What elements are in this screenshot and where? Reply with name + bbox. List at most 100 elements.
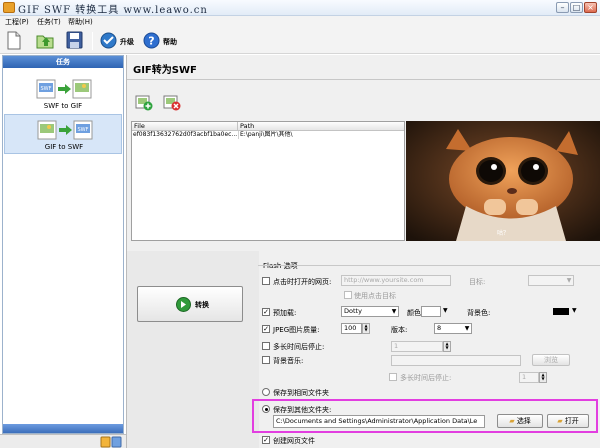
stop-after-checkbox[interactable] xyxy=(262,342,270,350)
svg-text:?: ? xyxy=(148,35,154,48)
toolbar-separator xyxy=(92,32,93,50)
chevron-down-icon[interactable]: ▼ xyxy=(572,307,577,314)
remove-file-button[interactable] xyxy=(163,93,181,111)
sidebar-header: 任务 xyxy=(3,56,123,68)
chevron-down-icon: ▼ xyxy=(464,325,470,332)
bg-music-checkbox[interactable] xyxy=(262,356,270,364)
menu-help[interactable]: 帮助(H) xyxy=(68,17,93,27)
menu-project[interactable]: 工程(P) xyxy=(5,17,29,27)
open-icon xyxy=(36,35,54,49)
convert-button[interactable]: 转换 xyxy=(137,286,243,322)
window-title: GIF SWF 转换工具 www.leawo.cn xyxy=(18,5,208,16)
open-page-label: 点击时打开的网页: xyxy=(273,278,332,286)
version-value: 8 xyxy=(437,324,442,332)
preloader-select[interactable]: Dotty ▼ xyxy=(341,306,399,317)
chevron-down-icon: ▼ xyxy=(566,277,572,284)
menu-task[interactable]: 任务(T) xyxy=(37,17,61,27)
column-header-file[interactable]: File xyxy=(132,122,238,131)
task-label: GIF to SWF xyxy=(44,143,84,151)
toolbar: 升级 ? 帮助 xyxy=(0,28,600,54)
swf-to-gif-icon: SWF xyxy=(36,79,92,99)
gif-preview: 咕？ xyxy=(406,121,600,241)
help-button[interactable]: ? 帮助 xyxy=(143,31,183,51)
cell-path: E:\panji\图片\其他\ xyxy=(238,131,404,139)
cell-file: ef083f13632762d0f3acbf1ba0ec... xyxy=(133,131,238,138)
add-file-icon xyxy=(135,95,153,111)
main-panel: GIF转为SWF File Path ef083f13632762d0f3acb… xyxy=(126,55,600,448)
music-stop-after-label: 多长时间后停止: xyxy=(400,374,452,382)
create-webpage-checkbox[interactable]: ✓ xyxy=(262,436,270,444)
chevron-down-icon[interactable]: ▼ xyxy=(443,307,448,314)
jpeg-quality-checkbox[interactable]: ✓ xyxy=(262,325,270,333)
stop-after-label: 多长时间后停止: xyxy=(273,343,325,351)
bg-music-label: 背景音乐: xyxy=(273,357,304,365)
page-title: GIF转为SWF xyxy=(133,65,197,76)
upgrade-button[interactable]: 升级 xyxy=(100,31,140,51)
status-strip xyxy=(0,434,126,448)
remove-file-icon xyxy=(163,95,181,111)
help-label: 帮助 xyxy=(163,38,177,46)
save-icon xyxy=(66,31,83,49)
convert-icon xyxy=(176,297,191,312)
menu-bar: 工程(P) 任务(T) 帮助(H) xyxy=(0,16,600,28)
preloader-checkbox[interactable]: ✓ xyxy=(262,308,270,316)
table-row[interactable]: ef083f13632762d0f3acbf1ba0ec... E:\panji… xyxy=(132,131,404,140)
save-same-folder-radio[interactable] xyxy=(262,388,270,396)
task-label: SWF to GIF xyxy=(43,102,83,110)
version-select[interactable]: 8 ▼ xyxy=(434,323,472,334)
column-header-path[interactable]: Path xyxy=(238,122,404,131)
bg-music-path-input[interactable] xyxy=(391,355,521,366)
tray-icon[interactable] xyxy=(100,436,122,448)
music-stop-after-input[interactable]: 1 xyxy=(519,372,539,383)
stop-after-input[interactable]: 1 xyxy=(391,341,443,352)
open-page-url-input[interactable]: http://www.yoursite.com xyxy=(341,275,451,286)
browse-button[interactable]: 浏览 xyxy=(532,354,570,366)
bgcolor-swatch[interactable] xyxy=(553,308,569,315)
file-table[interactable]: File Path ef083f13632762d0f3acbf1ba0ec..… xyxy=(131,121,405,241)
svg-text:SWF: SWF xyxy=(78,127,89,133)
music-stop-after-checkbox[interactable] xyxy=(389,373,397,381)
preloader-value: Dotty xyxy=(344,307,362,315)
preloader-label: 预加载: xyxy=(273,309,297,317)
color-swatch[interactable] xyxy=(421,306,441,317)
new-file-button[interactable] xyxy=(6,31,24,51)
create-webpage-label: 创建网页文件 xyxy=(273,437,315,445)
upgrade-icon xyxy=(100,32,117,49)
title-bar: GIF SWF 转换工具 www.leawo.cn – □ × xyxy=(0,0,600,16)
bgcolor-label: 背景色: xyxy=(467,309,491,317)
sidebar-footer xyxy=(3,424,123,433)
gif-to-swf-icon: SWF xyxy=(37,120,93,140)
add-file-button[interactable] xyxy=(135,93,153,111)
app-icon xyxy=(3,2,15,13)
jpeg-quality-value[interactable]: 100 xyxy=(341,323,362,334)
music-stop-after-stepper[interactable]: ▲ ▼ xyxy=(539,372,547,383)
jpeg-quality-label: JPEG图片质量: xyxy=(273,326,320,334)
save-same-folder-label: 保存到相同文件夹 xyxy=(273,389,329,397)
use-click-target-checkbox[interactable] xyxy=(344,291,352,299)
version-label: 版本: xyxy=(391,326,408,334)
chevron-down-icon: ▼ xyxy=(391,308,397,315)
svg-text:SWF: SWF xyxy=(41,86,52,92)
highlight-annotation xyxy=(252,399,598,433)
target-label: 目标: xyxy=(469,278,486,286)
target-select[interactable]: ▼ xyxy=(528,275,574,286)
task-sidebar: 任务 SWF SWF to GIF SWF GIF to SWF xyxy=(2,55,124,434)
jpeg-quality-stepper[interactable]: ▲ ▼ xyxy=(362,323,370,334)
task-swf-to-gif[interactable]: SWF SWF to GIF xyxy=(4,74,122,114)
minimize-button[interactable]: – xyxy=(556,2,569,13)
divider xyxy=(127,79,600,80)
close-button[interactable]: × xyxy=(584,2,597,13)
save-button[interactable] xyxy=(66,31,84,51)
new-file-icon xyxy=(7,31,21,50)
use-click-target-label: 使用点击目标 xyxy=(354,292,396,300)
help-icon: ? xyxy=(143,32,160,49)
convert-area: 转换 xyxy=(127,251,259,448)
open-page-checkbox[interactable] xyxy=(262,277,270,285)
maximize-button[interactable]: □ xyxy=(570,2,583,13)
preview-caption: 咕？ xyxy=(497,229,509,237)
convert-label: 转换 xyxy=(195,301,209,309)
stop-after-stepper[interactable]: ▲ ▼ xyxy=(443,341,451,352)
task-gif-to-swf[interactable]: SWF GIF to SWF xyxy=(4,114,122,154)
upgrade-label: 升级 xyxy=(120,38,134,46)
open-button[interactable] xyxy=(36,31,54,51)
